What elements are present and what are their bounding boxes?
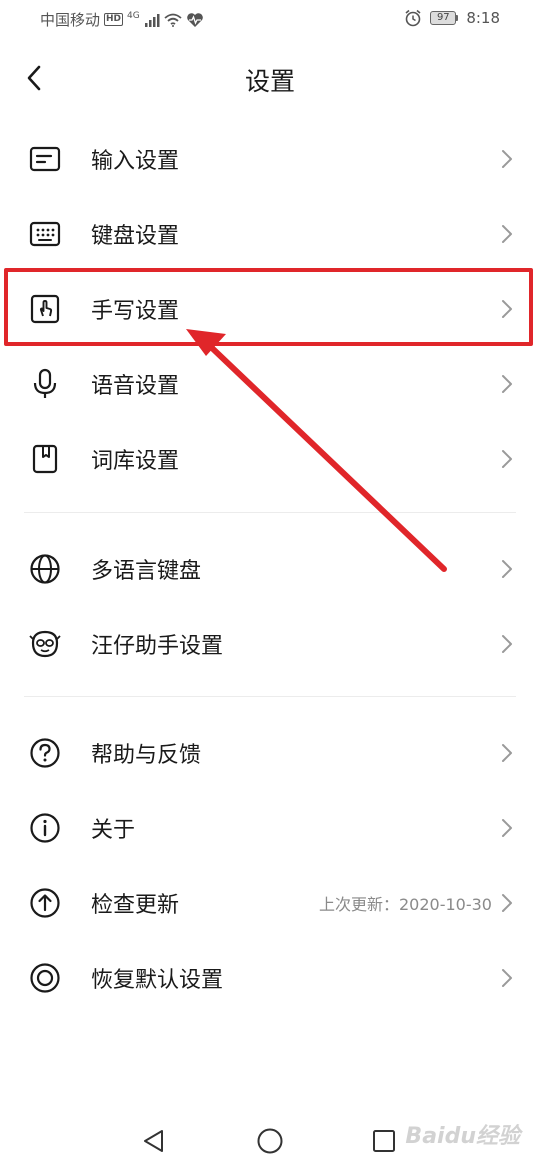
dictionary-icon [28,442,62,476]
alarm-icon [405,9,421,27]
settings-item-assistant[interactable]: 汪仔助手设置 [0,606,540,681]
settings-item-label: 语音设置 [91,373,180,399]
chevron-right-icon [502,968,512,987]
chevron-right-icon [502,893,512,912]
last-update-text: 上次更新：2020-10-30 [319,894,492,914]
settings-item-handwriting[interactable]: 手写设置 [0,271,540,346]
settings-item-keyboard[interactable]: 键盘设置 [0,196,540,271]
hd-badge: HD [104,13,124,26]
settings-item-label: 汪仔助手设置 [91,633,224,659]
settings-item-label: 输入设置 [91,148,180,174]
chevron-right-icon [502,299,512,318]
battery-icon: 97 [430,11,459,25]
chevron-right-icon [502,743,512,762]
wifi-icon [164,13,182,27]
restore-icon [28,961,62,995]
settings-item-label: 手写设置 [91,298,180,324]
nav-recents-icon [373,1130,395,1152]
globe-icon [28,552,62,586]
status-bar: 中国移动 HD 4G 97 8:18 [0,0,540,38]
input-settings-icon [28,142,62,176]
signal-icon [144,13,160,27]
nav-back-icon [144,1130,163,1152]
nav-home-button[interactable] [253,1124,287,1158]
handwriting-icon [28,292,62,326]
page-title: 设置 [244,67,295,96]
status-left: 中国移动 HD 4G [40,9,204,30]
settings-item-label: 检查更新 [91,892,180,918]
update-icon [28,886,62,920]
settings-item-dictionary[interactable]: 词库设置 [0,421,540,496]
settings-item-label: 键盘设置 [91,223,180,249]
nav-back-button[interactable] [137,1124,171,1158]
settings-item-check-update[interactable]: 检查更新 上次更新：2020-10-30 [0,865,540,940]
settings-item-voice[interactable]: 语音设置 [0,346,540,421]
help-icon [28,736,62,770]
watermark-logo: Baidu经验 [405,1124,520,1149]
microphone-icon [28,367,62,401]
carrier-name: 中国移动 [40,11,101,29]
chevron-right-icon [502,634,512,653]
chevron-right-icon [502,818,512,837]
battery-level: 97 [430,11,457,25]
settings-item-restore[interactable]: 恢复默认设置 [0,940,540,1015]
chevron-right-icon [502,449,512,468]
settings-item-label: 恢复默认设置 [91,967,224,993]
nav-recents-button[interactable] [367,1124,401,1158]
chevron-right-icon [502,559,512,578]
settings-item-multilang[interactable]: 多语言键盘 [0,531,540,606]
settings-item-label: 多语言键盘 [91,558,202,584]
health-heart-icon [186,12,203,27]
status-right: 97 8:18 [404,9,500,27]
settings-item-label: 关于 [91,817,136,843]
info-icon [28,811,62,845]
nav-home-icon [257,1128,283,1154]
settings-item-label: 帮助与反馈 [91,742,202,768]
assistant-icon [28,627,62,661]
chevron-right-icon [502,149,512,168]
chevron-right-icon [502,374,512,393]
section-divider [24,696,516,697]
keyboard-icon [28,217,62,251]
network-type: 4G [127,11,140,21]
chevron-right-icon [502,224,512,243]
settings-item-help[interactable]: 帮助与反馈 [0,715,540,790]
settings-item-about[interactable]: 关于 [0,790,540,865]
settings-item-label: 词库设置 [91,448,180,474]
section-divider [24,512,516,513]
clock-time: 8:18 [466,9,500,27]
settings-item-input[interactable]: 输入设置 [0,121,540,196]
app-header: 设置 [0,40,540,116]
